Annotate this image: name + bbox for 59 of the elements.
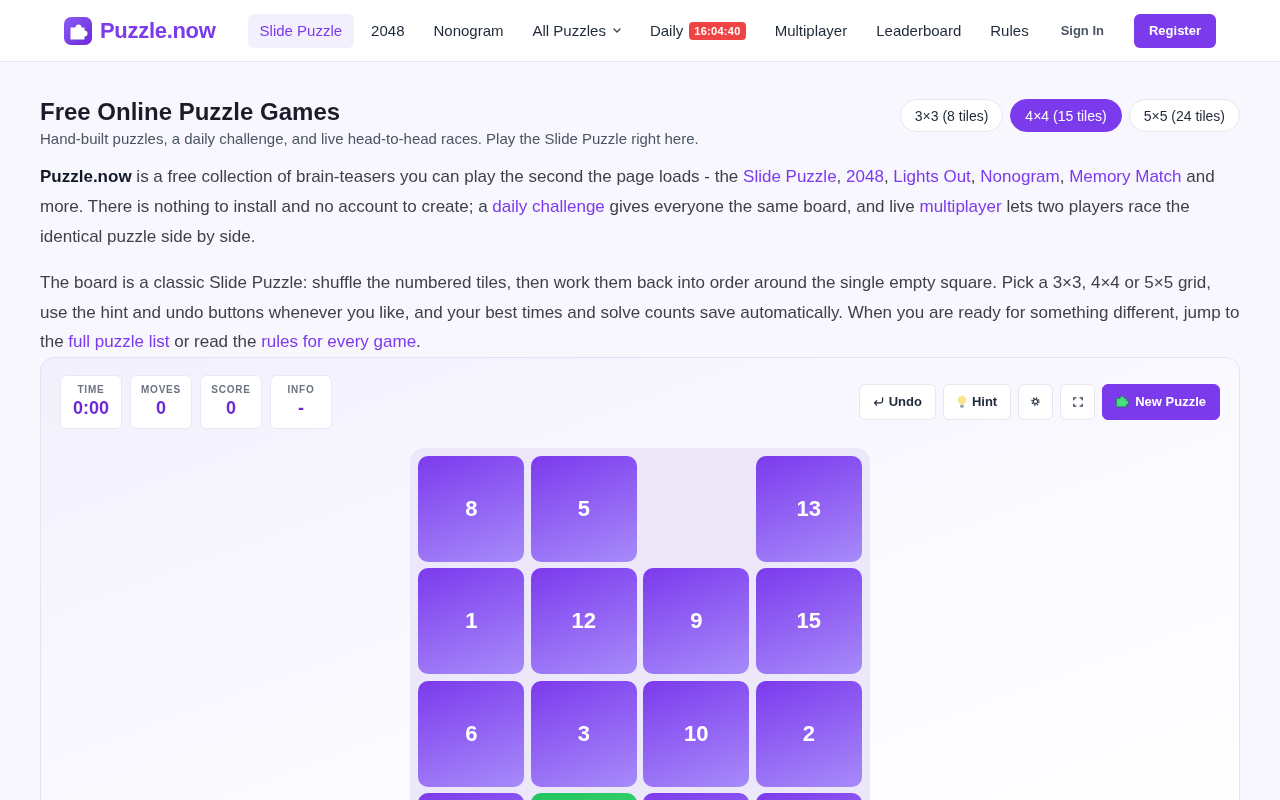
stat-label: INFO [287,384,315,395]
intro-paragraph: The board is a classic Slide Puzzle: shuffle the numbered tiles, then work them back into order around the single empty square. Pick a 3×3, 4×4 or 5×5 grid, use the hint and undo buttons whenever you like, and your best times and solve counts save automatically. When you are ready for something different, jump to the full puzzle list or read the rules for every game. [40,272,1240,353]
puzzle-piece-icon [1115,394,1131,409]
puzzle-tile[interactable]: 15 [755,568,862,674]
stat-value: 0 [156,398,166,419]
undo-button[interactable]: Undo [858,383,936,420]
text-link[interactable]: daily challenge [492,197,605,216]
text-link[interactable]: Memory Match [1069,167,1182,186]
fullscreen-button[interactable] [1060,383,1096,420]
puzzle-tile[interactable]: 6 [418,680,525,787]
lightbulb-icon [956,394,967,409]
puzzle-tile[interactable]: 9 [643,568,750,674]
nav-link[interactable]: Slide Puzzle [247,13,355,48]
stat-label: MOVES [140,384,182,395]
text-link[interactable]: rules for every game [261,332,417,351]
puzzle-tile[interactable]: 2 [755,680,862,787]
text-link[interactable]: Nonogram [980,167,1060,186]
stat-value: - [298,398,304,419]
puzzle-tile[interactable]: 13 [755,455,862,562]
return-arrow-icon [872,397,884,406]
puzzle-tile[interactable]: 8 [418,455,525,562]
nav-link[interactable]: Daily 16:04:40 [637,13,758,48]
text-link[interactable]: Slide Puzzle [743,167,837,186]
grid-size-option[interactable]: 3×3 (8 tiles) [899,99,1004,132]
nav-link[interactable]: Leaderboard [864,13,974,48]
settings-button[interactable] [1018,383,1054,420]
logo-icon [64,16,92,45]
timer-badge: 16:04:40 [689,21,746,40]
puzzle-tile[interactable]: 5 [530,455,637,562]
hint-button[interactable]: Hint [942,383,1012,420]
settings-icon [1031,397,1041,406]
sign-in-link[interactable]: Sign In [1054,19,1110,42]
text-link[interactable]: Lights Out [893,167,971,186]
grid-size-option[interactable]: 4×4 (15 tiles) [1010,99,1122,132]
stat-label: SCORE [211,384,251,395]
logo-text[interactable]: Puzzle.now [100,17,216,44]
page-subtitle: Hand-built puzzles, a daily challenge, and live head-to-head races. Play the Slide Puzzle right here. [40,129,699,149]
nav-link[interactable]: Nonogram [421,13,516,48]
grid-size-option[interactable]: 5×5 (24 tiles) [1128,99,1240,132]
stat-value: 0 [226,398,236,419]
nav-link[interactable]: Multiplayer [762,13,860,48]
stat-value: 0:00 [73,398,109,419]
nav-link[interactable]: 2048 [359,13,417,48]
page-title: Free Online Puzzle Games [40,97,342,127]
nav-link[interactable]: All Puzzles [520,13,633,48]
stat-label: TIME [77,384,105,395]
puzzle-tile[interactable]: 10 [643,680,750,787]
fullscreen-icon [1072,396,1083,407]
text-link[interactable]: full puzzle list [68,332,170,351]
puzzle-tile[interactable]: 12 [530,568,637,674]
text-link[interactable]: multiplayer [919,197,1002,216]
new-puzzle-button[interactable]: New Puzzle [1102,383,1220,420]
register-button[interactable]: Register [1133,13,1216,48]
nav-link[interactable]: Rules [978,13,1041,48]
puzzle-tile[interactable]: 3 [530,680,637,787]
intro-paragraph: Puzzle.now is a free collection of brain-teasers you can play the second the page loads - the Slide Puzzle, 2048, Lights Out, Nonogram, Memory Match and more. There is nothing to install and no account to create; a daily challenge gives everyone the same board, and live multiplayer lets two players race the identical puzzle side by side. [40,166,1216,248]
text-link[interactable]: 2048 [846,167,884,186]
puzzle-tile[interactable]: 1 [418,568,525,674]
chevron-down-icon [612,28,621,33]
